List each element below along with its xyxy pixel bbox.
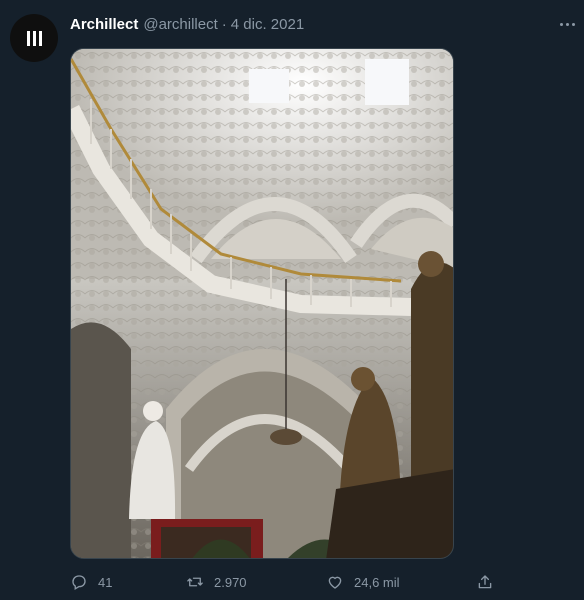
tweet-header: Archillect @archillect · 4 dic. 2021 bbox=[70, 15, 304, 33]
tweet-date[interactable]: 4 dic. 2021 bbox=[231, 16, 304, 33]
avatar[interactable] bbox=[10, 14, 58, 62]
header-separator: · bbox=[221, 15, 227, 33]
share-icon bbox=[478, 575, 492, 589]
tweet-photo[interactable] bbox=[70, 48, 454, 559]
share-button[interactable] bbox=[476, 570, 504, 594]
like-button[interactable]: 24,6 mil bbox=[326, 570, 400, 594]
baroque-church-interior-photo bbox=[71, 49, 453, 558]
archillect-logo-icon bbox=[26, 30, 42, 46]
tweet: Archillect @archillect · 4 dic. 2021 41 … bbox=[0, 0, 584, 600]
retweet-icon bbox=[187, 577, 203, 587]
author-display-name[interactable]: Archillect bbox=[70, 16, 138, 33]
reply-icon bbox=[72, 575, 86, 591]
reply-count: 41 bbox=[98, 574, 113, 590]
more-options-icon[interactable] bbox=[556, 14, 578, 34]
reply-button[interactable]: 41 bbox=[70, 570, 112, 594]
like-count: 24,6 mil bbox=[354, 574, 400, 590]
author-handle[interactable]: @archillect bbox=[143, 16, 217, 33]
retweet-button[interactable]: 2.970 bbox=[186, 570, 247, 594]
heart-icon bbox=[328, 576, 342, 589]
retweet-count: 2.970 bbox=[214, 574, 247, 590]
tweet-actions: 41 2.970 24,6 mil bbox=[70, 570, 510, 594]
